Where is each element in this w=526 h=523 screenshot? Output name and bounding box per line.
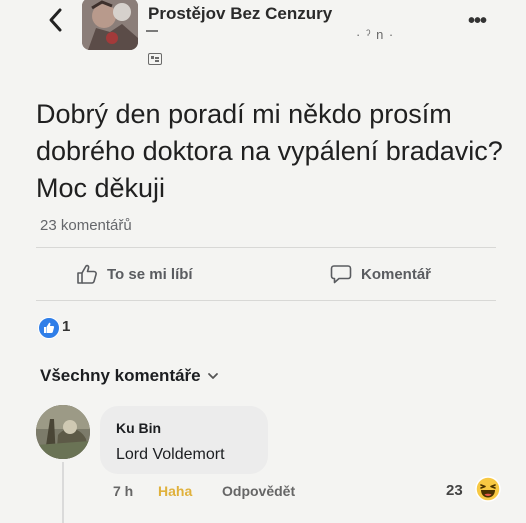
post-meta: · ˀ n · (356, 27, 395, 42)
comment-reaction-button[interactable]: Haha (158, 483, 192, 499)
comment-count[interactable]: 23 komentářů (40, 217, 132, 234)
subtitle-line (146, 30, 158, 32)
comments-filter-dropdown[interactable]: Všechny komentáře (40, 366, 219, 386)
reaction-count[interactable]: 1 (62, 318, 70, 335)
comment-author[interactable]: Ku Bin (116, 420, 161, 436)
members-icon (148, 53, 162, 65)
comment-bubble-icon (330, 265, 352, 284)
comments-filter-label: Všechny komentáře (40, 366, 201, 385)
comment-button[interactable]: Komentář (330, 259, 431, 289)
more-dots-icon[interactable]: ••• (468, 10, 487, 33)
like-button[interactable]: To se mi líbí (76, 259, 193, 289)
like-label: To se mi líbí (107, 265, 193, 283)
divider (36, 300, 496, 301)
divider (36, 247, 496, 248)
reply-button[interactable]: Odpovědět (222, 483, 295, 499)
group-name[interactable]: Prostějov Bez Cenzury (148, 4, 332, 24)
chevron-down-icon (207, 373, 218, 379)
like-reaction-icon[interactable] (38, 317, 60, 339)
haha-reaction-icon[interactable] (475, 476, 501, 502)
comment-label: Komentář (361, 265, 432, 283)
comment-text: Lord Voldemort (116, 446, 225, 463)
chevron-left-icon[interactable] (44, 6, 68, 34)
comment-time: 7 h (113, 483, 134, 499)
comment-reaction-count[interactable]: 23 (446, 482, 463, 499)
post-text: Dobrý den poradí mi někdo prosím dobrého… (36, 99, 503, 203)
thread-line (62, 462, 64, 523)
avatar[interactable] (36, 405, 90, 459)
thumbs-up-icon (77, 264, 97, 284)
group-avatar[interactable] (82, 0, 138, 50)
